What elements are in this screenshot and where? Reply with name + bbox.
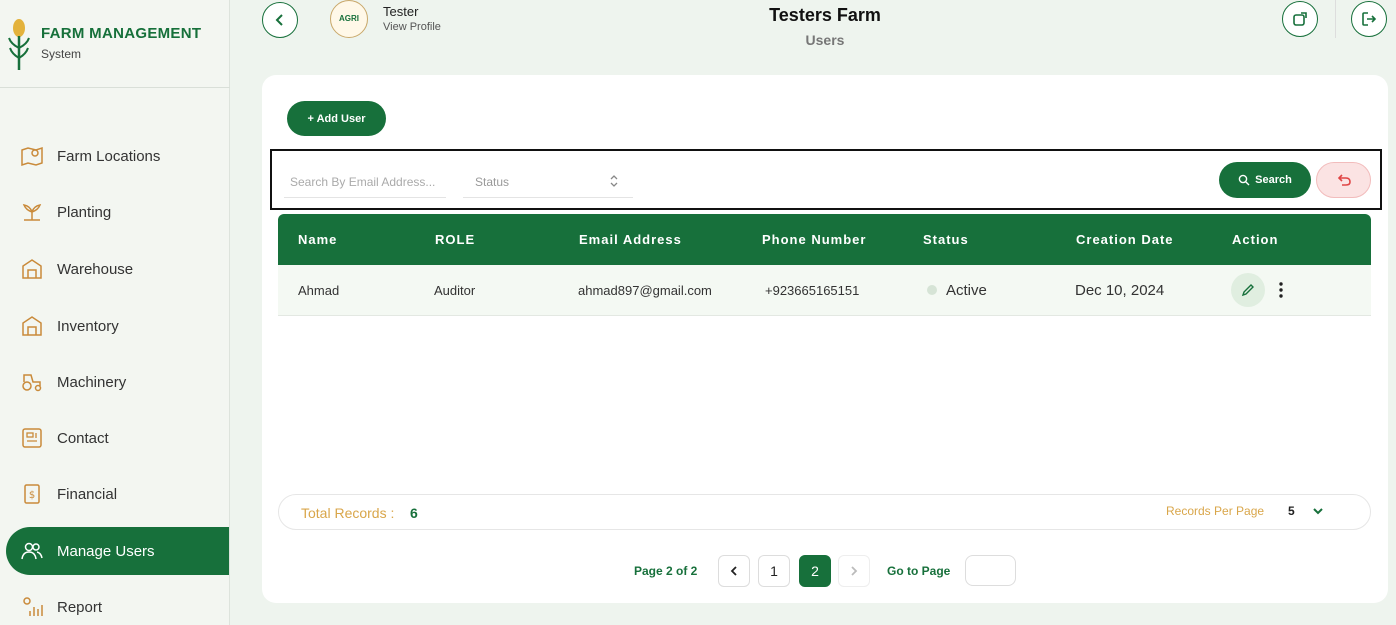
prev-page-button[interactable] (718, 555, 750, 587)
sidebar-item-label: Manage Users (57, 542, 155, 560)
sidebar-item-planting[interactable]: Planting (6, 188, 229, 236)
logout-icon (1362, 12, 1377, 26)
logout-button[interactable] (1351, 1, 1387, 37)
cell-phone: +923665165151 (765, 283, 860, 298)
pencil-icon (1241, 284, 1254, 297)
contact-icon (22, 428, 42, 448)
column-header-name: Name (298, 232, 338, 247)
page-subtitle: Users (805, 32, 845, 48)
inventory-icon (22, 316, 42, 336)
sidebar-item-warehouse[interactable]: Warehouse (6, 245, 229, 293)
sidebar-item-financial[interactable]: $ Financial (6, 470, 229, 518)
users-icon (21, 542, 43, 560)
column-header-status: Status (923, 232, 969, 247)
records-per-page-value[interactable]: 5 (1288, 504, 1295, 518)
cell-email: ahmad897@gmail.com (578, 283, 712, 298)
plant-icon (22, 204, 42, 221)
wheat-logo-icon (8, 19, 30, 70)
page-button-2[interactable]: 2 (799, 555, 831, 587)
view-profile-link[interactable]: View Profile (383, 21, 441, 33)
sidebar-item-manage-users[interactable]: Manage Users (6, 527, 229, 575)
receipt-icon: $ (24, 484, 40, 504)
kebab-menu-icon (1279, 282, 1283, 298)
brand-subtitle: System (41, 47, 82, 61)
add-user-button[interactable]: + Add User (287, 101, 386, 136)
map-pin-icon (21, 146, 43, 167)
external-icon (1293, 12, 1307, 26)
search-input[interactable] (284, 166, 446, 198)
sidebar-item-label: Warehouse (57, 260, 134, 278)
cell-creation-date: Dec 10, 2024 (1075, 282, 1165, 299)
column-header-phone: Phone Number (762, 232, 867, 247)
table-header: Name ROLE Email Address Phone Number Sta… (278, 214, 1371, 265)
report-icon (23, 597, 43, 616)
records-per-page-label: Records Per Page (1166, 504, 1265, 518)
avatar[interactable]: AGRI (330, 0, 368, 38)
warehouse-icon (22, 259, 42, 279)
column-header-action: Action (1232, 232, 1279, 247)
header-divider (1335, 0, 1336, 38)
sidebar-item-label: Report (57, 598, 103, 616)
chevron-right-icon (851, 566, 858, 576)
brand: FARM MANAGEMENT System (0, 0, 230, 88)
status-select[interactable]: Status (463, 166, 633, 198)
column-header-role: ROLE (435, 232, 476, 247)
chevron-down-icon[interactable] (1312, 505, 1324, 517)
table-row: Ahmad Auditor ahmad897@gmail.com +923665… (278, 265, 1371, 316)
sidebar-item-inventory[interactable]: Inventory (6, 302, 229, 350)
status-dot (927, 285, 937, 295)
status-select-label: Status (475, 174, 510, 189)
sidebar-item-contact[interactable]: Contact (6, 414, 229, 462)
sidebar-item-report[interactable]: Report (6, 583, 229, 625)
sidebar-item-farm-locations[interactable]: Farm Locations (6, 132, 229, 180)
reset-button[interactable] (1316, 162, 1371, 198)
chevron-up-down-icon (610, 175, 618, 187)
go-to-page-input[interactable] (965, 555, 1016, 586)
column-header-email: Email Address (579, 232, 682, 247)
search-button[interactable]: Search (1219, 162, 1311, 198)
go-to-page-label: Go to Page (887, 564, 951, 578)
undo-icon (1337, 174, 1351, 186)
svg-text:$: $ (29, 490, 35, 501)
search-button-label: Search (1255, 174, 1292, 186)
column-header-creation-date: Creation Date (1076, 232, 1174, 247)
user-name: Tester (383, 4, 419, 19)
cell-name: Ahmad (298, 283, 340, 298)
sidebar-item-label: Machinery (57, 373, 127, 391)
search-icon (1238, 174, 1250, 186)
back-button[interactable] (262, 2, 298, 38)
sidebar-item-label: Contact (57, 429, 109, 447)
switch-farm-button[interactable] (1282, 1, 1318, 37)
total-records-label: Total Records : (301, 505, 395, 521)
sidebar-item-label: Planting (57, 203, 112, 221)
chevron-left-icon (275, 14, 283, 26)
cell-role: Auditor (434, 283, 476, 298)
avatar-text: AGRI (339, 14, 359, 23)
page-info: Page 2 of 2 (634, 564, 698, 578)
sidebar: FARM MANAGEMENT System Farm Locations Pl… (0, 0, 230, 625)
page-button-1[interactable]: 1 (758, 555, 790, 587)
page-title: Testers Farm (769, 5, 881, 25)
sidebar-item-label: Inventory (57, 317, 119, 335)
cell-status: Active (946, 282, 987, 299)
records-bar: Total Records : 6 Records Per Page 5 (278, 494, 1371, 530)
sidebar-item-label: Financial (57, 485, 118, 503)
chevron-left-icon (730, 566, 737, 576)
total-records-value: 6 (410, 505, 418, 521)
more-options-button[interactable] (1273, 278, 1289, 302)
edit-button[interactable] (1231, 273, 1265, 307)
brand-title: FARM MANAGEMENT (41, 25, 202, 42)
tractor-icon (22, 374, 42, 392)
sidebar-item-machinery[interactable]: Machinery (6, 358, 229, 406)
sidebar-item-label: Farm Locations (57, 147, 161, 165)
next-page-button[interactable] (838, 555, 870, 587)
